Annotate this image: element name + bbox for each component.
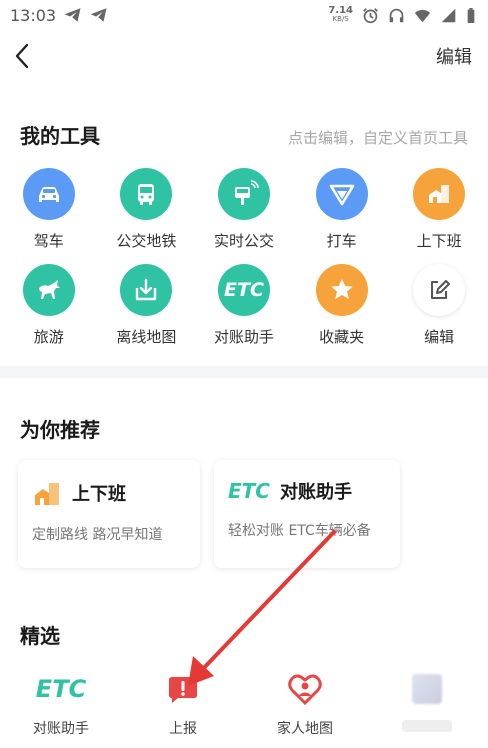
tool-offline-map[interactable]: 离线地图 <box>98 264 196 360</box>
taxi-icon <box>329 184 354 206</box>
edit-icon <box>431 280 451 299</box>
my-tools-section: 我的工具 点击编辑，自定义首页工具 驾车 公交地铁 实时公交 打车 上下班 旅游… <box>0 82 488 366</box>
tool-taxi[interactable]: 打车 <box>293 168 391 264</box>
commute-icon <box>35 483 59 505</box>
headphones-icon <box>389 8 404 22</box>
horse-icon <box>38 280 60 299</box>
tools-hint: 点击编辑，自定义首页工具 <box>287 129 468 147</box>
tool-favorites[interactable]: 收藏夹 <box>293 264 391 360</box>
report-icon <box>169 677 197 703</box>
signal-icon <box>441 8 456 22</box>
featured-item-blurred[interactable] <box>366 672 488 738</box>
bus-icon <box>138 184 155 205</box>
etc-icon: ETC <box>224 279 264 301</box>
section-title: 精选 <box>20 624 60 648</box>
network-speed: 7.14 KB/S <box>328 5 353 24</box>
page-header: 编辑 <box>0 30 488 82</box>
tool-bus-subway[interactable]: 公交地铁 <box>98 168 196 264</box>
tool-etc-assistant[interactable]: ETC 对账助手 <box>195 264 293 360</box>
realtime-bus-icon <box>234 180 259 205</box>
tool-travel[interactable]: 旅游 <box>0 264 98 360</box>
blurred-icon <box>412 674 442 704</box>
featured-section: 精选 ETC 对账助手 上报 家人地图 <box>0 594 488 748</box>
wifi-icon <box>414 9 431 22</box>
status-bar: 13:03 7.14 KB/S <box>0 0 488 30</box>
blurred-label <box>402 720 452 732</box>
recommend-item-commute[interactable]: 上下班 定制路线 路况早知道 <box>18 460 200 568</box>
edit-button[interactable]: 编辑 <box>436 43 472 69</box>
etc-icon: ETC <box>228 479 270 503</box>
etc-icon: ETC <box>35 675 87 703</box>
tool-edit[interactable]: 编辑 <box>390 264 488 360</box>
download-icon <box>136 278 157 301</box>
tool-grid: 驾车 公交地铁 实时公交 打车 上下班 旅游 离线地图 ETC 对账助手 收藏夹… <box>0 168 488 360</box>
commute-icon <box>429 185 450 203</box>
telegram-icon <box>90 8 107 22</box>
featured-item-report[interactable]: 上报 <box>122 672 244 738</box>
battery-icon <box>467 7 475 23</box>
recommend-item-etc[interactable]: ETC 对账助手 轻松对账 ETC车辆必备 <box>214 460 400 568</box>
family-heart-icon <box>288 674 322 706</box>
section-title: 我的工具 <box>20 124 100 148</box>
star-icon <box>330 279 353 299</box>
alarm-icon <box>363 7 378 23</box>
car-icon <box>38 187 59 202</box>
telegram-icon <box>64 8 81 22</box>
featured-item-etc[interactable]: ETC 对账助手 <box>0 672 122 738</box>
chevron-left-icon <box>15 43 29 69</box>
back-button[interactable] <box>14 36 44 76</box>
tool-commute[interactable]: 上下班 <box>390 168 488 264</box>
tool-drive[interactable]: 驾车 <box>0 168 98 264</box>
featured-item-family-map[interactable]: 家人地图 <box>244 672 366 738</box>
tool-realtime-bus[interactable]: 实时公交 <box>195 168 293 264</box>
section-title: 为你推荐 <box>20 418 100 442</box>
status-time: 13:03 <box>10 5 57 25</box>
recommend-section: 为你推荐 上下班 定制路线 路况早知道 ETC 对账助手 轻松对账 ETC车辆必… <box>0 378 488 594</box>
